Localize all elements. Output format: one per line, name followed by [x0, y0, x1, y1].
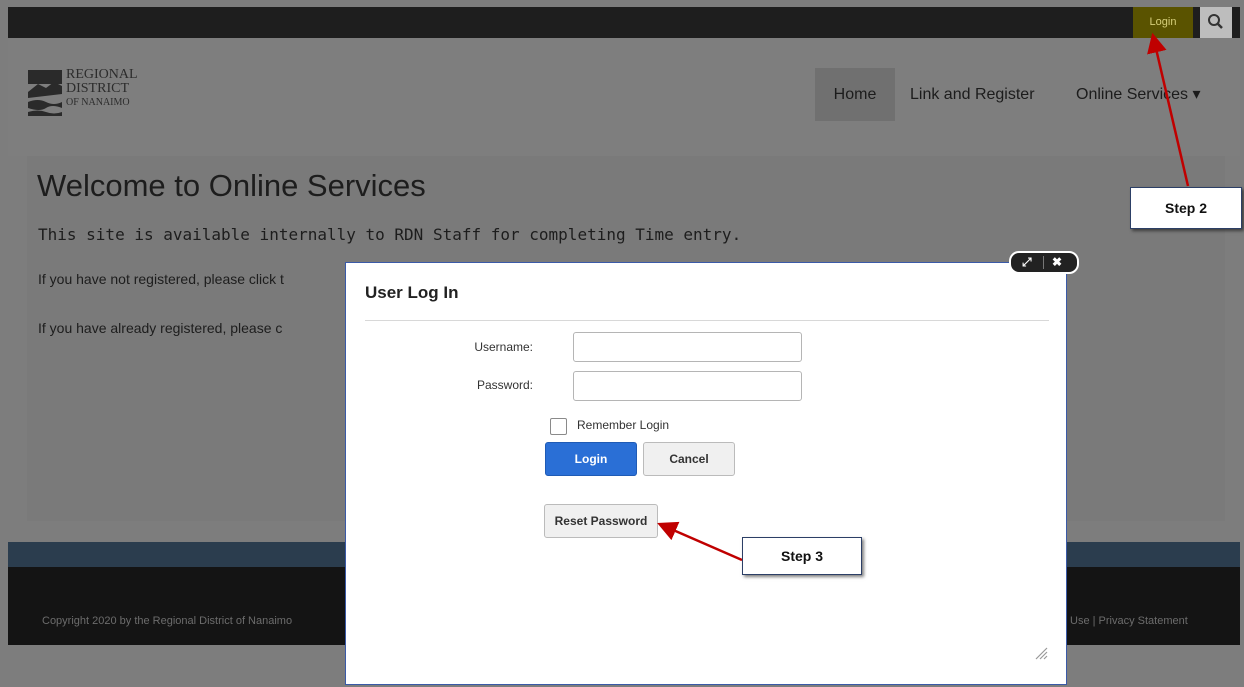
- step2-arrow: [1147, 32, 1190, 187]
- step3-callout: Step 3: [742, 537, 862, 575]
- annotation-arrows: [657, 32, 1190, 562]
- step2-callout: Step 2: [1130, 187, 1242, 229]
- step3-arrow: [657, 521, 743, 562]
